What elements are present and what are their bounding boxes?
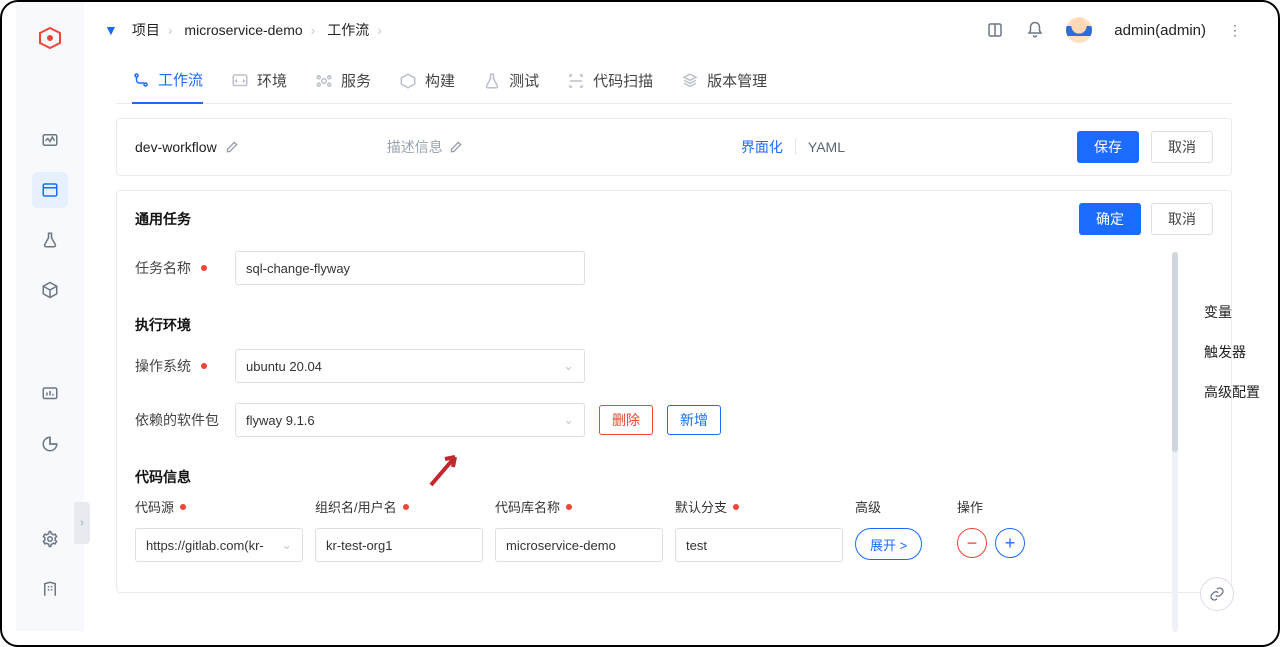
crumb-project[interactable]: microservice-demo (184, 22, 302, 38)
rail-item-settings[interactable] (32, 521, 68, 557)
tab-build[interactable]: 构建 (399, 58, 455, 104)
view-toggle: 界面化 YAML (741, 137, 845, 157)
edit-name-icon[interactable] (225, 140, 267, 154)
head-code-source: 代码源 (135, 497, 303, 516)
username[interactable]: admin(admin) (1114, 22, 1206, 39)
chevron-down-icon: ⌄ (281, 537, 292, 553)
anchor-vars[interactable]: 变量 (1204, 302, 1260, 322)
head-branch: 默认分支 (675, 497, 843, 516)
rail-item-project[interactable] (32, 172, 68, 208)
tab-version[interactable]: 版本管理 (681, 58, 767, 104)
crumb-section[interactable]: 工作流 (327, 22, 369, 38)
confirm-button[interactable]: 确定 (1079, 203, 1141, 235)
avatar[interactable] (1066, 17, 1092, 43)
tab-test[interactable]: 测试 (483, 58, 539, 104)
anchor-advanced[interactable]: 高级配置 (1204, 382, 1260, 402)
app-logo[interactable] (38, 26, 62, 50)
env-icon (231, 72, 249, 90)
top-bar: ▼ 项目› microservice-demo› 工作流› admin(admi… (84, 2, 1264, 58)
delete-dep-button[interactable]: 删除 (599, 405, 653, 435)
workflow-name: dev-workflow (135, 139, 217, 155)
org-input[interactable] (315, 528, 483, 562)
version-icon (681, 72, 699, 90)
rail-item-db[interactable] (32, 571, 68, 607)
rail-item-pie[interactable] (32, 426, 68, 462)
chevron-down-icon: ⌄ (563, 412, 574, 428)
os-label: 操作系统 (135, 356, 221, 376)
book-icon[interactable] (986, 21, 1004, 39)
code-source-select[interactable]: https://gitlab.com(kr-⌄ (135, 528, 303, 562)
project-tabs: 工作流 环境 服务 构建 测试 代码扫描 版本管理 (116, 58, 1232, 104)
edit-desc-icon[interactable] (449, 140, 491, 154)
add-row-button[interactable]: + (995, 528, 1025, 558)
code-info-title: 代码信息 (117, 447, 1231, 491)
crumb-root[interactable]: 项目 (132, 22, 160, 38)
cancel-button[interactable]: 取消 (1151, 131, 1213, 163)
tab-workflow[interactable]: 工作流 (132, 58, 203, 104)
kebab-icon[interactable]: ⋮ (1228, 22, 1244, 39)
branch-input[interactable] (675, 528, 843, 562)
rail-item-flask[interactable] (32, 222, 68, 258)
anchor-triggers[interactable]: 触发器 (1204, 342, 1260, 362)
project-switcher-icon[interactable]: ▼ (104, 22, 118, 38)
workflow-icon (132, 71, 150, 89)
head-advanced: 高级 (855, 497, 945, 516)
dep-label: 依赖的软件包 (135, 410, 221, 430)
panel-title: 通用任务 (135, 209, 191, 229)
dep-select[interactable]: flyway 9.1.6 ⌄ (235, 403, 585, 437)
expand-button[interactable]: 展开 > (855, 528, 922, 560)
test-icon (483, 72, 501, 90)
tab-service[interactable]: 服务 (315, 58, 371, 104)
toggle-ui[interactable]: 界面化 (741, 137, 795, 157)
remove-row-button[interactable]: − (957, 528, 987, 558)
rail-item-stats[interactable] (32, 376, 68, 412)
side-anchors: 变量 触发器 高级配置 (1204, 302, 1264, 402)
scrollbar-thumb[interactable] (1172, 252, 1178, 452)
os-select[interactable]: ubuntu 20.04 ⌄ (235, 349, 585, 383)
bell-icon[interactable] (1026, 21, 1044, 39)
service-icon (315, 72, 333, 90)
head-ops: 操作 (957, 497, 1077, 516)
task-name-input[interactable] (235, 251, 585, 285)
head-repo: 代码库名称 (495, 497, 663, 516)
rail-item-box[interactable] (32, 272, 68, 308)
chevron-down-icon: ⌄ (563, 358, 574, 374)
save-button[interactable]: 保存 (1077, 131, 1139, 163)
cancel-task-button[interactable]: 取消 (1151, 203, 1213, 235)
tab-codescan[interactable]: 代码扫描 (567, 58, 653, 104)
link-fab[interactable] (1200, 577, 1234, 611)
scan-icon (567, 72, 585, 90)
workflow-toolbar: dev-workflow 描述信息 界面化 YAML 保存 取消 (117, 119, 1231, 175)
toggle-yaml[interactable]: YAML (796, 139, 845, 155)
task-name-label: 任务名称 (135, 258, 221, 278)
head-org: 组织名/用户名 (315, 497, 483, 516)
repo-input[interactable] (495, 528, 663, 562)
build-icon (399, 72, 417, 90)
breadcrumb: 项目› microservice-demo› 工作流› (132, 20, 390, 40)
tab-env[interactable]: 环境 (231, 58, 287, 104)
rail-item-monitor[interactable] (32, 122, 68, 158)
add-dep-button[interactable]: 新增 (667, 405, 721, 435)
exec-env-title: 执行环境 (117, 295, 1231, 339)
desc-label: 描述信息 (387, 137, 443, 157)
